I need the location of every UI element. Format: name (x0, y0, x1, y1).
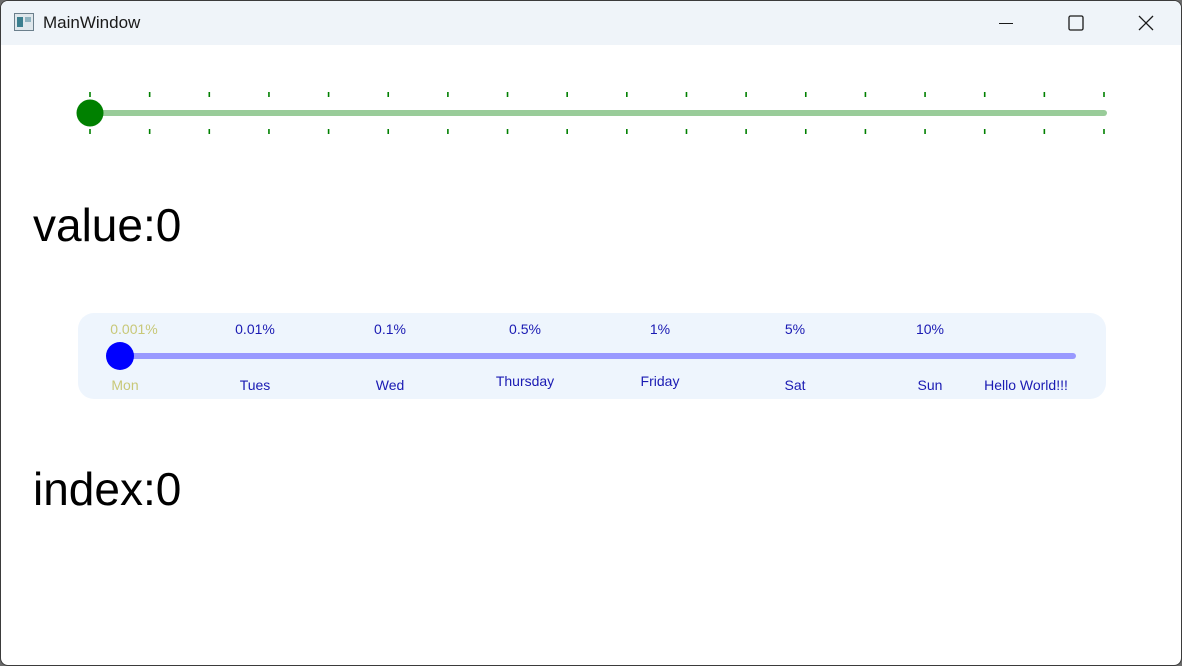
app-icon (14, 13, 34, 31)
value-slider-handle[interactable] (76, 99, 104, 127)
top-tick-label: 10% (915, 321, 945, 337)
bottom-tick-label: Mon (111, 377, 139, 393)
main-window: MainWindow value:0 0.001% 0.01% 0.1% 0.5% 1%… (0, 0, 1182, 666)
top-tick-label: 0.1% (374, 321, 406, 337)
value-label: value:0 (33, 199, 182, 251)
value-slider[interactable] (71, 89, 1121, 137)
bottom-tick-label: Hello World!!! (984, 377, 1068, 393)
bottom-tick-label: Sat (784, 377, 806, 393)
minimize-button[interactable] (971, 1, 1041, 45)
bottom-tick-label: Friday (640, 373, 680, 389)
top-tick-label: 5% (784, 321, 806, 337)
window-title: MainWindow (43, 13, 141, 32)
close-button[interactable] (1111, 1, 1181, 45)
bottom-tick-label: Thursday (495, 373, 555, 389)
top-tick-label: 1% (649, 321, 671, 337)
close-icon (1138, 15, 1154, 31)
window-content: value:0 0.001% 0.01% 0.1% 0.5% 1% 5% 10% Mon Tue… (1, 45, 1181, 665)
top-tick-label: 0.01% (235, 321, 275, 337)
bottom-tick-label: Wed (375, 377, 405, 393)
index-slider-handle[interactable] (106, 342, 134, 370)
index-slider-track[interactable] (118, 353, 1076, 359)
minimize-icon (999, 23, 1013, 24)
index-slider[interactable]: 0.001% 0.01% 0.1% 0.5% 1% 5% 10% Mon Tues Wed Thur… (78, 313, 1106, 399)
bottom-tick-label: Tues (239, 377, 271, 393)
top-tick-label: 0.001% (110, 321, 158, 337)
maximize-icon (1068, 15, 1084, 31)
index-label: index:0 (33, 463, 182, 515)
title-bar[interactable]: MainWindow (1, 1, 1181, 45)
bottom-tick-label: Sun (917, 377, 943, 393)
maximize-button[interactable] (1041, 1, 1111, 45)
top-tick-label: 0.5% (509, 321, 541, 337)
